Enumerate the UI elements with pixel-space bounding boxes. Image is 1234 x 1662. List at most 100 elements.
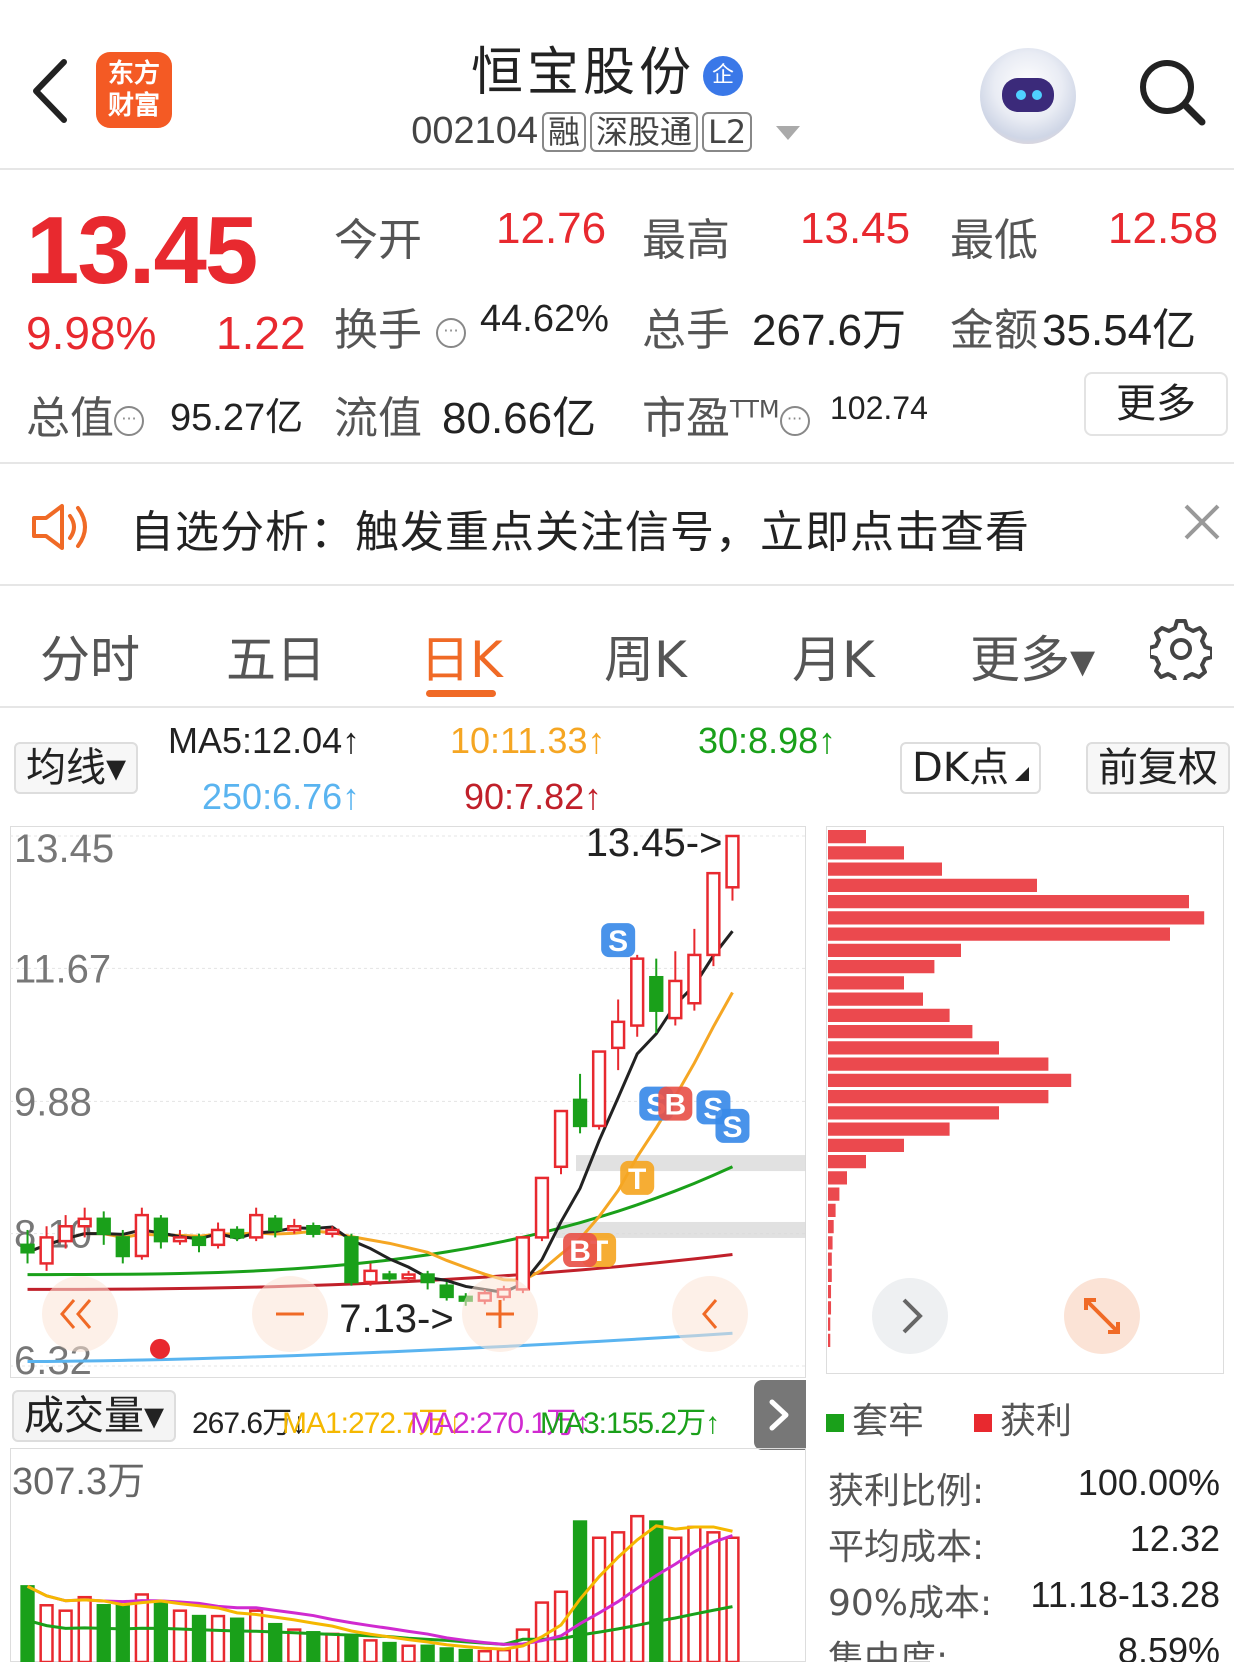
ma-selector-button[interactable]: 均线▾ xyxy=(14,742,139,794)
amount-value: 35.54亿 xyxy=(1042,306,1197,355)
rewind-button xyxy=(42,1275,118,1352)
candle xyxy=(306,1225,321,1235)
amount-label: 金额 xyxy=(950,305,1038,356)
candle xyxy=(229,1228,245,1239)
info-dots-icon[interactable]: ··· xyxy=(436,318,466,348)
candle xyxy=(382,1273,397,1280)
dk-point-button[interactable]: DK点 xyxy=(900,742,1042,794)
max-price-annotation: 13.45-> xyxy=(586,826,723,865)
signal-badge-label: T xyxy=(628,1163,646,1196)
mktcap-label: 总值 xyxy=(26,393,114,444)
mktcap-value: 95.27亿 xyxy=(170,397,304,439)
profit-ratio-value: 100.00% xyxy=(1077,1462,1220,1503)
low-label: 最低 xyxy=(950,215,1038,266)
candle xyxy=(20,1243,35,1254)
volume-chart[interactable]: 307.3万 xyxy=(10,1448,806,1662)
info-dots-icon[interactable]: ··· xyxy=(114,406,144,436)
candle xyxy=(134,1213,149,1258)
header-bar: 东方 财富 恒宝股份企 002104 融深股通 L2 xyxy=(0,0,1234,170)
expand-indicators-button[interactable] xyxy=(754,1380,806,1450)
notice-text[interactable]: 自选分析：触发重点关注信号，立即点击查看 xyxy=(130,496,1030,560)
cost-bar xyxy=(828,1333,831,1347)
candle xyxy=(287,1225,302,1232)
cost-bar xyxy=(828,1171,847,1185)
cost-bar xyxy=(828,1122,950,1136)
mktcap-label-group[interactable]: 总值 ··· xyxy=(26,382,144,446)
more-quote-button[interactable]: 更多 xyxy=(1084,372,1228,436)
search-icon[interactable] xyxy=(1136,56,1208,128)
cost-bar xyxy=(828,960,935,974)
cost-bar xyxy=(828,1236,833,1250)
tab-five-day[interactable]: 五日 xyxy=(226,620,326,692)
turnover-value: 44.62% xyxy=(480,298,609,340)
candle xyxy=(401,1273,416,1280)
ma5-value: MA5:12.04↑ xyxy=(168,720,361,761)
gear-icon[interactable] xyxy=(1147,618,1214,686)
chevron-right-icon xyxy=(769,1399,789,1431)
volume-value: 267.6万 xyxy=(752,306,907,355)
tab-daily-k[interactable]: 日K xyxy=(420,620,503,692)
cost-bar xyxy=(828,1155,866,1169)
volume-bar xyxy=(572,1520,588,1662)
volume-indicator-selector[interactable]: 成交量▾ xyxy=(12,1390,177,1442)
cost-bar xyxy=(828,1268,832,1282)
cost-bar xyxy=(828,1301,832,1315)
volume-bar xyxy=(439,1647,454,1662)
low-value: 12.58 xyxy=(1108,204,1219,253)
tab-intraday[interactable]: 分时 xyxy=(40,620,140,692)
pe-label-group[interactable]: 市盈TTM ··· xyxy=(642,382,810,446)
step-left-button xyxy=(672,1275,748,1352)
volume-bar xyxy=(591,1536,607,1662)
float-label: 流值 xyxy=(334,393,422,444)
tab-more[interactable]: 更多▾ xyxy=(970,620,1095,692)
candle xyxy=(706,871,721,957)
change-percent: 9.98% xyxy=(26,307,157,359)
volume-bar xyxy=(420,1644,435,1662)
cost-distribution-chart[interactable] xyxy=(826,826,1224,1374)
candle xyxy=(249,1213,264,1239)
open-label: 今开 xyxy=(334,215,422,266)
volume-bar xyxy=(325,1632,340,1662)
avg-cost-value: 12.32 xyxy=(1129,1518,1220,1559)
concentration-label: 集中度: xyxy=(828,1639,949,1662)
candle xyxy=(439,1284,454,1299)
candle xyxy=(363,1269,378,1284)
divider xyxy=(0,584,1234,586)
candle xyxy=(77,1217,92,1228)
volume-bar xyxy=(344,1633,359,1662)
stock-code: 002104 xyxy=(411,110,539,152)
cost-bar xyxy=(828,895,1189,909)
volume-bar xyxy=(534,1601,550,1662)
volume-bar xyxy=(96,1604,111,1662)
tag-level2: L2 xyxy=(702,112,753,152)
close-icon[interactable] xyxy=(1182,502,1222,542)
dk-label: DK点 xyxy=(912,745,1010,791)
candle xyxy=(725,834,740,889)
pe-label: 市盈 xyxy=(642,393,730,444)
y-tick-label: 13.45 xyxy=(14,827,114,871)
candle xyxy=(96,1217,111,1235)
candle xyxy=(611,1020,626,1050)
tab-monthly-k[interactable]: 月K xyxy=(792,620,875,692)
concentration-value: 8.59% xyxy=(1117,1630,1220,1662)
tab-weekly-k[interactable]: 周K xyxy=(604,620,687,692)
volume-bar xyxy=(687,1525,702,1662)
cost-bar xyxy=(828,1252,832,1266)
adjust-mode-button[interactable]: 前复权 xyxy=(1086,742,1230,794)
volume-bar xyxy=(153,1601,169,1662)
legend-trapped: 套牢 xyxy=(852,1401,925,1442)
candle xyxy=(191,1236,207,1247)
candle xyxy=(325,1228,340,1235)
volume-bar xyxy=(496,1648,511,1662)
volume-ma3: MA3:155.2万↑ xyxy=(540,1407,720,1440)
candle xyxy=(687,953,702,1005)
open-value: 12.76 xyxy=(496,204,607,253)
turnover-label: 换手 xyxy=(334,305,422,356)
turnover-label-group[interactable]: 换手 ··· xyxy=(334,294,466,358)
cost-bar xyxy=(828,1187,840,1201)
robot-assistant-icon[interactable] xyxy=(980,48,1076,144)
tag-margin: 融 xyxy=(542,112,587,152)
candle xyxy=(591,1050,607,1128)
info-dots-icon[interactable]: ··· xyxy=(779,406,810,436)
kline-chart[interactable]: 13.4511.679.888.106.3213.45->7.13->SSB SS… xyxy=(10,826,806,1378)
